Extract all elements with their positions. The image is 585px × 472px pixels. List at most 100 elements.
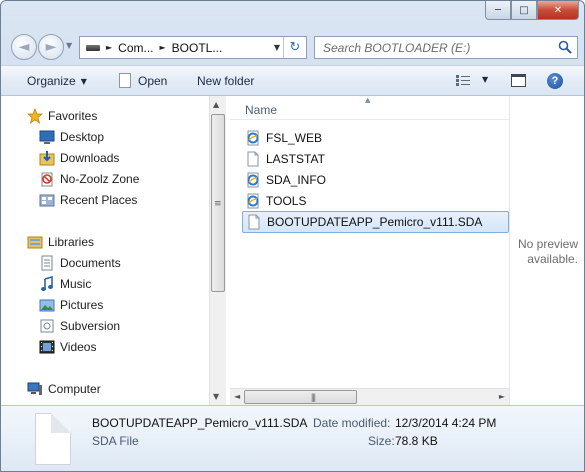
file-item-bootupdateapp[interactable]: BOOTUPDATEAPP_Pemicro_v111.SDA: [242, 211, 509, 233]
navigation-pane: Favorites Desktop Downloads No-Zoolz Zon…: [9, 96, 209, 405]
open-label: Open: [138, 74, 168, 88]
star-icon: [27, 108, 43, 124]
file-list-horizontal-scrollbar[interactable]: ◄ ||| ►: [230, 388, 509, 405]
file-thumbnail-icon: [35, 413, 71, 465]
internet-shortcut-icon: [247, 130, 259, 146]
address-dropdown-icon[interactable]: ▼: [274, 43, 280, 52]
sidebar-item-pictures[interactable]: Pictures: [39, 297, 103, 313]
search-input[interactable]: Search BOOTLOADER (E:): [314, 36, 578, 59]
command-bar: Organize ▼ Open New folder ▼ ?: [1, 65, 584, 96]
preview-pane-toggle-icon[interactable]: [511, 74, 526, 87]
breadcrumb-computer[interactable]: Com...: [118, 41, 153, 55]
nav-computer-label: Computer: [48, 382, 101, 396]
internet-shortcut-icon: [247, 172, 259, 188]
recent-places-icon: [39, 194, 55, 207]
preview-pane: No preview available.: [509, 96, 584, 405]
date-modified-value: 12/3/2014 4:24 PM: [395, 416, 497, 430]
music-icon: [41, 276, 53, 291]
name-column-header[interactable]: Name: [245, 103, 277, 117]
view-options-dropdown-icon[interactable]: ▼: [482, 75, 488, 84]
file-item-sda-info[interactable]: SDA_INFO: [242, 170, 326, 190]
details-pane: BOOTUPDATEAPP_Pemicro_v111.SDA SDA File …: [1, 405, 584, 471]
size-label: Size:: [368, 434, 395, 448]
no-sync-icon: [41, 172, 53, 187]
scroll-right-icon[interactable]: ►: [499, 392, 505, 401]
forward-button[interactable]: ►: [38, 34, 64, 60]
sidebar-item-desktop[interactable]: Desktop: [39, 129, 104, 145]
search-placeholder: Search BOOTLOADER (E:): [323, 41, 471, 55]
date-modified-label: Date modified:: [313, 416, 391, 430]
search-icon[interactable]: [558, 40, 572, 54]
file-item-tools[interactable]: TOOLS: [242, 191, 306, 211]
scroll-left-icon[interactable]: ◄: [234, 392, 240, 401]
nav-libraries-label: Libraries: [48, 235, 95, 249]
sidebar-item-no-zoolz-zone[interactable]: No-Zoolz Zone: [39, 171, 139, 187]
refresh-icon: ↻: [289, 40, 301, 55]
forward-arrow-icon: ►: [45, 39, 57, 55]
details-file-name: BOOTUPDATEAPP_Pemicro_v111.SDA: [92, 416, 308, 430]
document-icon: [119, 72, 131, 88]
scrollbar-thumb[interactable]: |||: [244, 390, 357, 404]
size-value: 78.8 KB: [395, 434, 438, 448]
file-name: SDA_INFO: [266, 173, 327, 187]
minimize-button[interactable]: ─: [485, 1, 511, 20]
help-button[interactable]: ?: [547, 73, 563, 89]
sidebar-item-subversion[interactable]: Subversion: [39, 318, 120, 334]
pictures-icon: [39, 299, 55, 312]
open-button[interactable]: Open: [119, 72, 167, 88]
new-folder-button[interactable]: New folder: [197, 74, 254, 88]
breadcrumb-separator-icon[interactable]: ►: [160, 43, 166, 52]
scroll-down-icon[interactable]: ▼: [213, 392, 219, 401]
sidebar-item-label: Desktop: [60, 130, 105, 144]
caption-buttons: ─ □ ✕: [485, 1, 579, 20]
sidebar-item-documents[interactable]: Documents: [39, 255, 121, 271]
internet-shortcut-icon: [247, 193, 259, 209]
header-divider: [230, 119, 509, 120]
sidebar-item-videos[interactable]: Videos: [39, 339, 96, 355]
organize-button[interactable]: Organize ▼: [27, 74, 87, 88]
new-folder-label: New folder: [197, 74, 255, 88]
content-area: Favorites Desktop Downloads No-Zoolz Zon…: [1, 96, 584, 405]
documents-icon: [41, 255, 53, 271]
file-item-fsl-web[interactable]: FSL_WEB: [242, 128, 322, 148]
computer-icon: [27, 382, 42, 395]
sort-ascending-icon: ▲: [365, 96, 371, 104]
nav-favorites-label: Favorites: [48, 109, 98, 123]
nav-libraries[interactable]: Libraries: [27, 234, 94, 250]
close-button[interactable]: ✕: [537, 1, 579, 20]
text-file-icon: [247, 151, 259, 167]
back-arrow-icon: ◄: [18, 39, 30, 55]
navigation-scrollbar[interactable]: ▲ ≡ ▼: [209, 96, 226, 405]
sidebar-item-label: Subversion: [60, 319, 121, 333]
address-bar[interactable]: ► Com... ► BOOTL... ▼ ↻: [79, 36, 307, 59]
scroll-grip-icon: ≡: [214, 199, 222, 209]
file-item-laststat[interactable]: LASTSTAT: [242, 149, 325, 169]
sidebar-item-recent-places[interactable]: Recent Places: [39, 192, 137, 208]
sidebar-item-label: Music: [60, 277, 92, 291]
scroll-up-icon[interactable]: ▲: [213, 100, 219, 109]
sidebar-item-label: Documents: [60, 256, 121, 270]
subversion-icon: [40, 319, 54, 333]
organize-label: Organize: [27, 74, 76, 88]
file-name: LASTSTAT: [266, 152, 325, 166]
maximize-button[interactable]: □: [511, 1, 537, 20]
drive-icon: [86, 44, 100, 51]
sidebar-item-music[interactable]: Music: [39, 276, 91, 292]
sidebar-item-label: Pictures: [60, 298, 104, 312]
downloads-icon: [39, 151, 55, 166]
back-button[interactable]: ◄: [11, 34, 37, 60]
change-view-icon[interactable]: [456, 74, 472, 87]
sidebar-item-label: Videos: [60, 340, 97, 354]
chevron-down-icon: ▼: [80, 76, 87, 86]
file-name: FSL_WEB: [266, 131, 323, 145]
file-name: BOOTUPDATEAPP_Pemicro_v111.SDA: [267, 215, 483, 229]
refresh-button[interactable]: ↻: [283, 37, 306, 58]
recent-pages-dropdown[interactable]: ▼: [66, 41, 72, 50]
breadcrumb-bootloader[interactable]: BOOTL...: [172, 41, 223, 55]
details-file-type: SDA File: [92, 434, 139, 448]
breadcrumb-separator-icon[interactable]: ►: [106, 43, 112, 52]
generic-file-icon: [248, 214, 260, 230]
nav-computer[interactable]: Computer: [27, 381, 101, 397]
nav-favorites[interactable]: Favorites: [27, 108, 97, 124]
sidebar-item-downloads[interactable]: Downloads: [39, 150, 119, 166]
